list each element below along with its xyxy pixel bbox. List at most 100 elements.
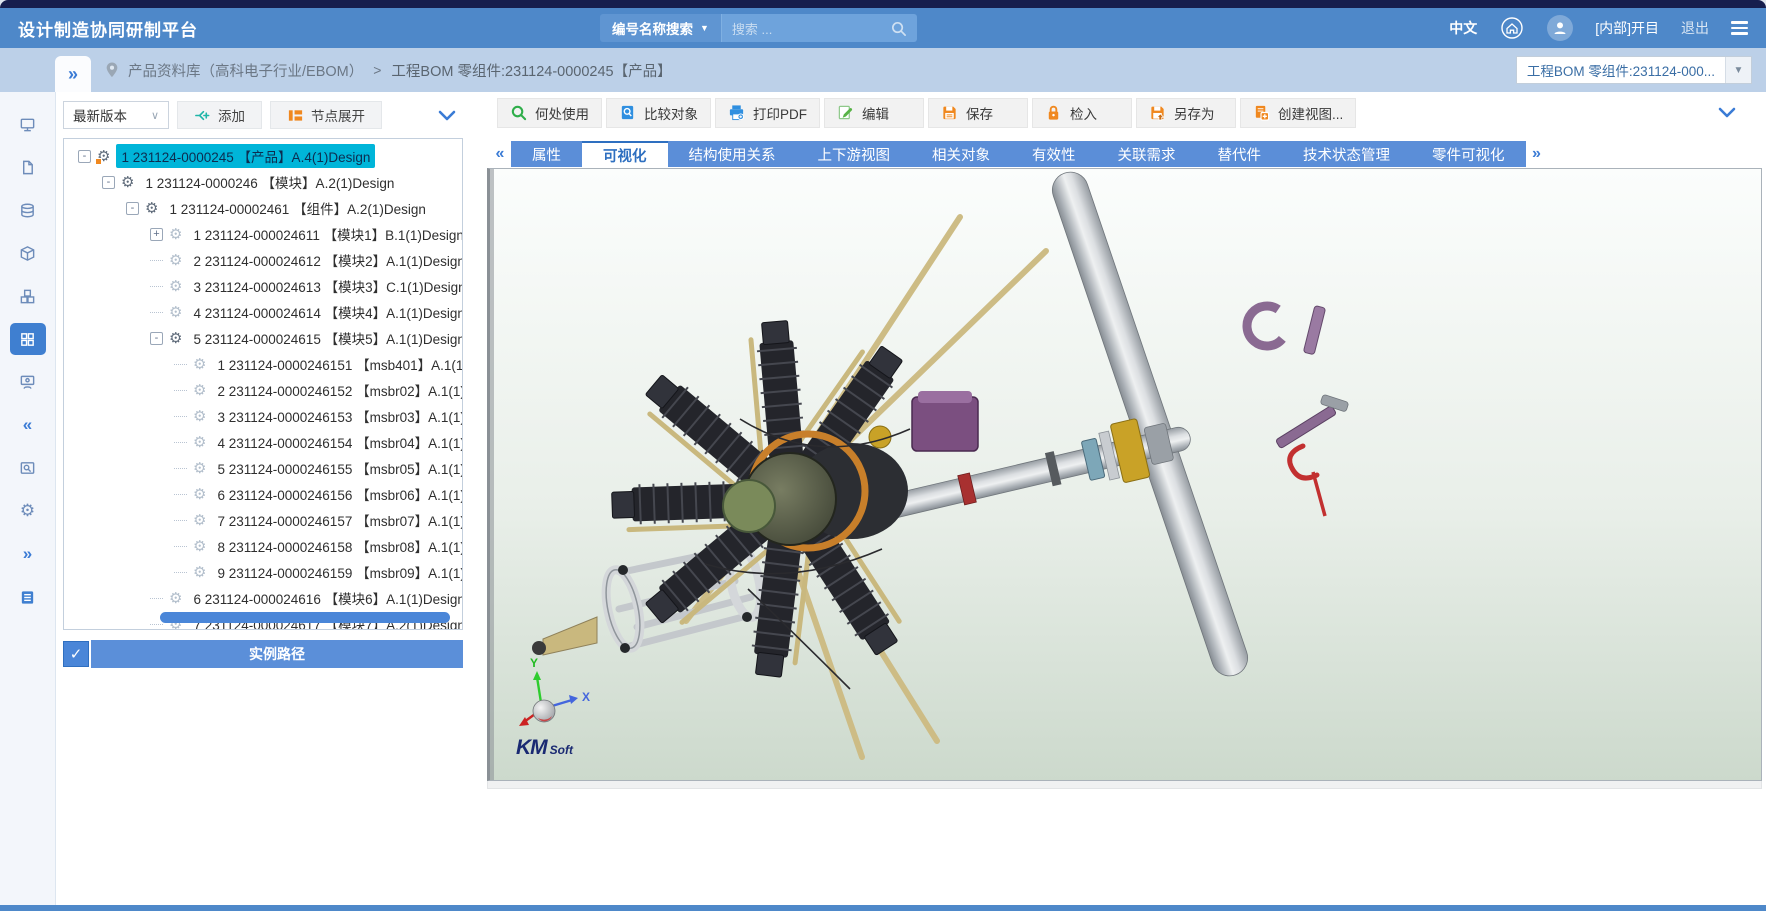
sidebar-item-doc-list[interactable] xyxy=(10,581,46,613)
tree-row[interactable]: ⚙4 231124-0000246154 【msbr04】A.1(1)Desig… xyxy=(64,429,462,455)
database-icon xyxy=(19,202,36,219)
sidebar-item-monitor[interactable] xyxy=(10,108,46,140)
structure-panel: 最新版本 ∨ 添加 节点展开 xyxy=(56,92,471,905)
sidebar-item-collapse[interactable]: « xyxy=(10,409,46,441)
tree-row[interactable]: ⚙6 231124-000024616 【模块6】A.1(1)Design xyxy=(64,585,462,611)
create-view-icon xyxy=(1253,104,1270,121)
tree-row[interactable]: ⚙7 231124-0000246157 【msbr07】A.1(1)Desig… xyxy=(64,507,462,533)
sidebar-item-module[interactable] xyxy=(10,323,46,355)
logout-button[interactable]: 退出 xyxy=(1681,18,1709,38)
tab-关联需求[interactable]: 关联需求 xyxy=(1097,141,1197,167)
tree-row[interactable]: -⚙1 231124-0000246 【模块】A.2(1)Design xyxy=(64,169,462,195)
search-category-label: 编号名称搜索 xyxy=(612,18,693,38)
toolbar-button-create-view[interactable]: 创建视图... xyxy=(1240,98,1356,128)
tree-row[interactable]: -⚙5 231124-000024615 【模块5】A.1(1)Design xyxy=(64,325,462,351)
sidebar-item-expand[interactable]: » xyxy=(10,538,46,570)
tree-expander-plus-icon[interactable]: + xyxy=(150,228,163,241)
tab-相关对象[interactable]: 相关对象 xyxy=(911,141,1011,167)
tree-connector xyxy=(174,468,187,469)
version-select[interactable]: 最新版本 ∨ xyxy=(63,101,169,129)
part-gear-icon: ⚙ xyxy=(193,409,206,424)
part-gear-icon: ⚙ xyxy=(145,201,158,216)
tree-connector xyxy=(150,624,163,625)
toolbar-button-label: 保存 xyxy=(966,103,993,123)
sidebar-item-cube[interactable] xyxy=(10,280,46,312)
part-gear-icon: ⚙ xyxy=(193,565,206,580)
home-button[interactable] xyxy=(1499,15,1525,41)
tab-结构使用关系[interactable]: 结构使用关系 xyxy=(668,141,797,167)
toolbar-button-print-pdf[interactable]: 打印PDF xyxy=(715,98,820,128)
tree-row[interactable]: -⚙1 231124-00002461 【组件】A.2(1)Design xyxy=(64,195,462,221)
tree-row[interactable]: ⚙4 231124-000024614 【模块4】A.1(1)Design xyxy=(64,299,462,325)
tree-row[interactable]: ⚙ 3 231124-0000246153 【msbr03】A.1(1)Desig… xyxy=(64,403,462,429)
context-selector[interactable]: 工程BOM 零组件:231124-000... ▼ xyxy=(1516,56,1752,84)
tabs-scroll-right[interactable]: » xyxy=(1526,141,1548,167)
module-icon xyxy=(19,331,36,348)
add-node-button[interactable]: 添加 xyxy=(177,101,262,129)
tab-零件可视化[interactable]: 零件可视化 xyxy=(1411,141,1526,167)
sidebar-item-document[interactable] xyxy=(10,151,46,183)
menu-icon[interactable] xyxy=(1731,21,1748,34)
toolbar-button-label: 创建视图... xyxy=(1278,103,1343,123)
instance-path-checkbox[interactable]: ✓ xyxy=(63,641,89,667)
add-node-label: 添加 xyxy=(218,105,245,125)
toolbar-button-save-as[interactable]: 另存为 xyxy=(1136,98,1236,128)
tree-row[interactable]: + ⚙ 1 231124-000024611 【模块1】B.1(1)Design xyxy=(64,221,462,247)
toolbar-button-label: 打印PDF xyxy=(753,103,807,123)
presentation-icon xyxy=(19,374,36,391)
tabs-scroll-left[interactable]: « xyxy=(489,141,511,167)
tree-node-label: 1 231124-000024611 【模块1】B.1(1)Design xyxy=(188,222,463,246)
tree-row[interactable]: ⚙9 231124-0000246159 【msbr09】A.1(1)Desig… xyxy=(64,559,462,585)
tab-属性[interactable]: 属性 xyxy=(511,141,582,167)
search-category-dropdown[interactable]: 编号名称搜索 ▼ xyxy=(600,14,721,42)
tab-技术状态管理[interactable]: 技术状态管理 xyxy=(1282,141,1411,167)
doc-list-icon xyxy=(19,589,36,606)
part-gear-icon: ⚙ xyxy=(169,227,182,242)
toolbar-more-chevron-icon[interactable] xyxy=(1718,107,1736,118)
package-icon xyxy=(19,245,36,262)
home-icon xyxy=(1500,16,1524,40)
tree-row[interactable]: ⚙1 231124-0000246151 【msb401】A.1(1)Desig… xyxy=(64,351,462,377)
tree-row[interactable]: ⚙2 231124-000024612 【模块2】A.1(1)Design xyxy=(64,247,462,273)
tree-expander-minus-icon[interactable]: - xyxy=(78,150,91,163)
sidebar-item-package[interactable] xyxy=(10,237,46,269)
toolbar-button-compare[interactable]: 比较对象 xyxy=(606,98,711,128)
toolbar-button-check-in[interactable]: 检入 xyxy=(1032,98,1132,128)
tree-row[interactable]: ⚙2 231124-0000246152 【msbr02】A.1(1)Desig… xyxy=(64,377,462,403)
sidebar-item-presentation[interactable] xyxy=(10,366,46,398)
tree-expander-minus-icon[interactable]: - xyxy=(150,332,163,345)
tree-expander-minus-icon[interactable]: - xyxy=(102,176,115,189)
toolbar-button-edit[interactable]: 编辑 xyxy=(824,98,924,128)
tree-row[interactable]: -⚙1 231124-0000245 【产品】A.4(1)Design xyxy=(64,143,462,169)
tree-expander-minus-icon[interactable]: - xyxy=(126,202,139,215)
panel-expand-toggle[interactable]: » xyxy=(55,56,91,92)
toolbar-button-where-used[interactable]: 何处使用 xyxy=(497,98,602,128)
sidebar-item-window-search[interactable] xyxy=(10,452,46,484)
tree-horizontal-scrollbar[interactable] xyxy=(160,612,450,623)
tree-row[interactable]: ⚙6 231124-0000246156 【msbr06】A.1(1)Desig… xyxy=(64,481,462,507)
tab-上下游视图[interactable]: 上下游视图 xyxy=(797,141,912,167)
expand-node-button[interactable]: 节点展开 xyxy=(270,101,382,129)
instance-path-button[interactable]: 实例路径 xyxy=(91,640,463,668)
tree-row[interactable]: ⚙3 231124-000024613 【模块3】C.1(1)Design xyxy=(64,273,462,299)
toolbar-button-save[interactable]: 保存 xyxy=(928,98,1028,128)
sidebar-item-settings[interactable]: ⚙ xyxy=(10,495,46,527)
viewer-horizontal-scrollbar[interactable] xyxy=(487,781,1762,789)
current-user[interactable]: [内部]开目 xyxy=(1595,18,1659,38)
sidebar-item-database[interactable] xyxy=(10,194,46,226)
search-input[interactable]: 搜索 ... xyxy=(721,14,917,42)
tab-替代件[interactable]: 替代件 xyxy=(1197,141,1283,167)
tree-row[interactable]: ⚙8 231124-0000246158 【msbr08】A.1(1)Desig… xyxy=(64,533,462,559)
print-pdf-icon xyxy=(728,104,745,121)
tab-可视化[interactable]: 可视化 xyxy=(582,141,668,167)
tree-node-label: 4 231124-000024614 【模块4】A.1(1)Design xyxy=(188,300,463,324)
3d-viewport[interactable]: Y X KMSoft xyxy=(487,168,1762,781)
tree-node-label: 3 231124-0000246153 【msbr03】A.1(1)Design xyxy=(212,404,463,428)
panel-more-chevron-icon[interactable] xyxy=(438,110,456,121)
part-gear-icon: ⚙ xyxy=(97,149,110,164)
user-avatar[interactable] xyxy=(1547,15,1573,41)
language-switcher[interactable]: 中文 xyxy=(1449,18,1477,38)
breadcrumb-root[interactable]: 产品资料库（高科电子行业/EBOM） xyxy=(128,60,363,81)
tree-row[interactable]: ⚙5 231124-0000246155 【msbr05】A.1(1)Desig… xyxy=(64,455,462,481)
tab-有效性[interactable]: 有效性 xyxy=(1011,141,1097,167)
